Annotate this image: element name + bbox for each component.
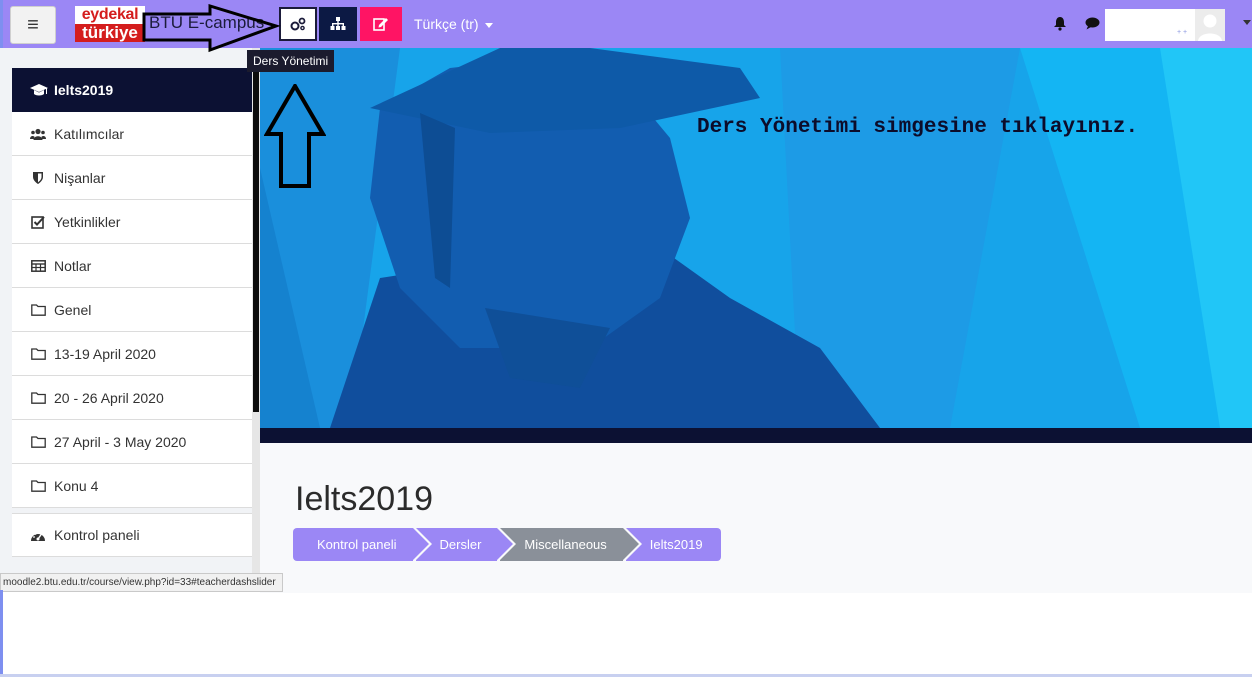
logo-line-1: eydekal [75, 6, 145, 24]
right-arrow-annotation-icon [142, 4, 281, 53]
breadcrumb: Kontrol paneli Dersler Miscellaneous Iel… [293, 528, 724, 561]
page-title: Ielts2019 [295, 480, 433, 518]
drawer-item-label: Katılımcılar [54, 125, 125, 142]
menu-toggle-button[interactable]: ≡ [10, 6, 56, 44]
instruction-annotation: Ders Yönetimi simgesine tıklayınız. [697, 116, 1139, 139]
messages-button[interactable] [1085, 17, 1100, 35]
breadcrumb-item-dashboard[interactable]: Kontrol paneli [293, 528, 428, 561]
folder-icon [30, 434, 46, 450]
drawer-item-grades[interactable]: Notlar [12, 244, 253, 288]
drawer-item-label: 20 - 26 April 2020 [54, 389, 164, 406]
banner-bottom-bar [260, 428, 1252, 443]
edit-icon [373, 18, 388, 31]
drawer-scrollbar[interactable] [252, 48, 260, 574]
drawer-nav-list: Katılımcılar Nişanlar Yetkinlikler Notla… [12, 112, 253, 557]
folder-icon [30, 302, 46, 318]
drawer-item-label: 13-19 April 2020 [54, 345, 156, 362]
dashboard-icon [30, 527, 46, 543]
window-frame-left [0, 590, 3, 675]
drawer-item-participants[interactable]: Katılımcılar [12, 112, 253, 156]
drawer-item-label: Notlar [54, 257, 92, 274]
breadcrumb-item-course[interactable]: Ielts2019 [625, 528, 721, 561]
folder-icon [30, 390, 46, 406]
chevron-down-icon [484, 22, 493, 28]
users-icon [30, 126, 46, 142]
drawer-item-label: Kontrol paneli [54, 527, 140, 543]
course-management-button[interactable] [279, 7, 317, 41]
course-structure-button[interactable] [319, 7, 357, 41]
course-banner-image [260, 48, 1252, 428]
chat-icon [1085, 17, 1100, 30]
logo-line-2: türkiye [75, 24, 145, 42]
check-square-icon [30, 214, 46, 230]
graduation-cap-icon [30, 83, 48, 95]
drawer-course-link[interactable]: Ielts2019 [12, 68, 252, 112]
status-bar-url: moodle2.btu.edu.tr/course/view.php?id=33… [0, 573, 283, 592]
avatar[interactable] [1195, 9, 1225, 41]
drawer-item-week-1[interactable]: 13-19 April 2020 [12, 332, 253, 376]
language-label: Türkçe (tr) [414, 16, 479, 32]
drawer-item-week-3[interactable]: 27 April - 3 May 2020 [12, 420, 253, 464]
folder-icon [30, 346, 46, 362]
nav-drawer: Ielts2019 Katılımcılar Nişanlar Yetkinli… [0, 48, 260, 574]
edit-mode-button[interactable] [360, 7, 402, 41]
drawer-item-label: 27 April - 3 May 2020 [54, 433, 187, 450]
user-name: + + [1177, 29, 1188, 36]
drawer-course-label: Ielts2019 [54, 82, 114, 98]
drawer-item-competencies[interactable]: Yetkinlikler [12, 200, 253, 244]
drawer-item-label: Yetkinlikler [54, 213, 121, 230]
drawer-item-week-2[interactable]: 20 - 26 April 2020 [12, 376, 253, 420]
bell-icon [1054, 17, 1066, 31]
breadcrumb-item-category[interactable]: Miscellaneous [500, 528, 640, 561]
drawer-scrollbar-thumb[interactable] [253, 52, 259, 412]
drawer-item-label: Konu 4 [54, 477, 99, 494]
drawer-item-dashboard[interactable]: Kontrol paneli [12, 513, 253, 557]
drawer-item-badges[interactable]: Nişanlar [12, 156, 253, 200]
drawer-item-label: Genel [54, 301, 92, 318]
table-icon [30, 258, 46, 274]
drawer-item-label: Nişanlar [54, 169, 106, 186]
notifications-button[interactable] [1053, 16, 1067, 36]
graduate-silhouette-image [260, 48, 1252, 428]
sitemap-icon [330, 17, 346, 30]
language-menu[interactable]: Türkçe (tr) [414, 16, 493, 32]
user-avatar-icon [1195, 9, 1225, 41]
user-menu-chevron-icon[interactable] [1243, 20, 1251, 25]
site-logo[interactable]: eydekal türkiye [75, 6, 145, 42]
up-arrow-annotation-icon [264, 84, 326, 188]
cogs-icon [290, 17, 306, 31]
drawer-item-topic-4[interactable]: Konu 4 [12, 464, 253, 508]
drawer-item-general[interactable]: Genel [12, 288, 253, 332]
shield-icon [30, 170, 46, 186]
hamburger-icon: ≡ [27, 13, 39, 36]
folder-icon [30, 478, 46, 494]
